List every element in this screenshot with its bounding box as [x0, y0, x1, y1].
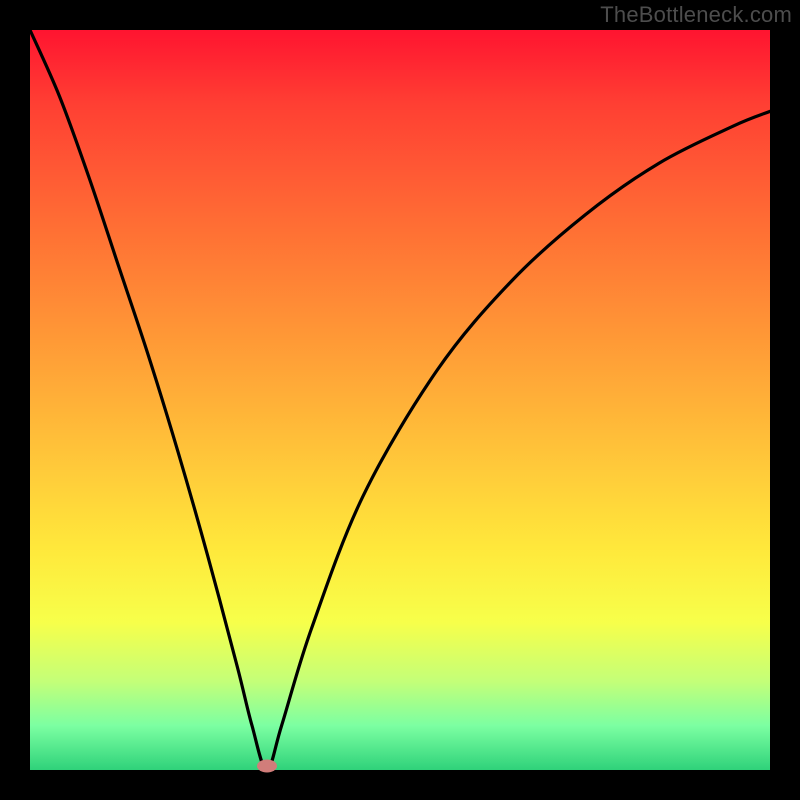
curve-svg — [30, 30, 770, 770]
plot-area — [30, 30, 770, 770]
bottleneck-curve — [30, 30, 770, 770]
watermark-text: TheBottleneck.com — [600, 2, 792, 28]
optimum-marker — [257, 760, 277, 773]
chart-container: TheBottleneck.com — [0, 0, 800, 800]
